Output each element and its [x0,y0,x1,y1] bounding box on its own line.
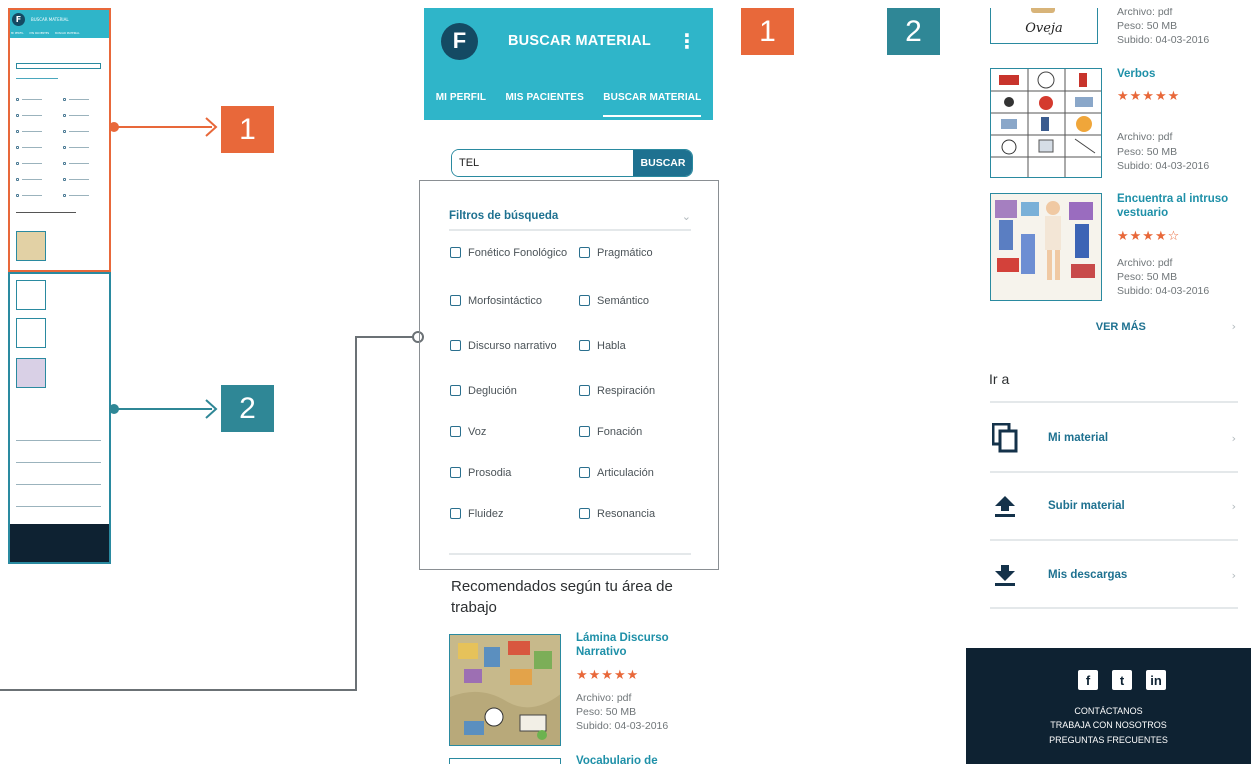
link-subir-material[interactable]: Subir material › [990,472,1238,540]
search-button[interactable]: BUSCAR [633,150,692,176]
file-type: Archivo: pdf [1117,131,1173,144]
tab-buscar-material[interactable]: BUSCAR MATERIAL [603,92,702,117]
clothes-thumbnail [991,194,1101,300]
recommended-heading: Recomendados según tu área de trabajo [451,578,673,616]
illustration-thumbnail [450,635,560,745]
recommended-item-info: Lámina Discurso Narrativo ★★★★★ Archivo:… [576,631,706,733]
recommended-item-title[interactable]: Vocabulario de [576,754,658,764]
recommended-thumbnail[interactable] [449,634,561,746]
rating-stars: ★★★★★ [576,667,640,683]
file-size: Peso: 50 MB [1117,145,1178,158]
badge-1-large: 1 [741,8,794,55]
verbs-grid-thumbnail [991,69,1101,177]
tab-mis-pacientes[interactable]: MIS PACIENTES [506,92,584,103]
result-item-info: Encuentra al intruso vestuario ★★★★☆ Arc… [1117,192,1247,298]
download-icon [990,563,1020,587]
badge-2: 2 [221,385,274,432]
result-thumbnail[interactable]: Oveja [990,8,1098,44]
recommended-thumbnail[interactable] [449,758,561,764]
thumbnail-caption: Oveja [1025,21,1063,36]
page-title: BUSCAR MATERIAL [508,33,651,49]
chevron-right-icon: › [1231,431,1236,445]
footer-links: CONTÁCTANOS TRABAJA CON NOSOTROS PREGUNT… [966,704,1251,747]
rating-stars: ★★★★☆ [1117,228,1181,244]
upload-date: Subido: 04-03-2016 [1117,34,1210,47]
kebab-menu-icon[interactable]: ⋮ [677,31,697,51]
footer-link-jobs[interactable]: TRABAJA CON NOSOTROS [966,718,1251,732]
filters-highlight-frame [419,180,719,570]
upload-date: Subido: 04-03-2016 [1117,285,1210,298]
badge-1: 1 [221,106,274,153]
file-type: Archivo: pdf [576,691,632,704]
link-label: Mi material [1048,432,1109,444]
file-type: Archivo: pdf [1117,256,1173,269]
link-mis-descargas[interactable]: Mis descargas › [990,541,1238,609]
section-1-frame [8,8,111,272]
see-more-label: VER MÁS [1095,320,1146,333]
file-type: Archivo: pdf [1117,8,1173,18]
result-item-title[interactable]: Verbos [1117,67,1247,81]
app-logo[interactable]: F [441,22,478,60]
result-thumbnail[interactable] [990,68,1102,178]
goto-heading: Ir a [989,371,1010,387]
result-thumbnail[interactable] [990,193,1102,301]
upload-date: Subido: 04-03-2016 [1117,159,1210,172]
copy-icon [990,423,1020,453]
site-footer: f t in CONTÁCTANOS TRABAJA CON NOSOTROS … [966,648,1251,764]
file-size: Peso: 50 MB [576,705,637,718]
mobile-screen-results: Oveja Archivo: pdf Peso: 50 MB Subido: 0… [966,8,1251,764]
footer-link-contact[interactable]: CONTÁCTANOS [966,704,1251,718]
badge-2-large: 2 [887,8,940,55]
sheep-drawing [1031,8,1055,13]
chevron-right-icon: › [1231,320,1236,333]
link-label: Mis descargas [1048,569,1128,581]
upload-date: Subido: 04-03-2016 [576,720,669,733]
social-links: f t in [1078,670,1166,690]
result-item-info: Archivo: pdf Peso: 50 MB Subido: 04-03-2… [1117,8,1247,48]
file-size: Peso: 50 MB [1117,270,1178,283]
divider [990,401,1238,403]
rating-stars: ★★★★★ [1117,89,1181,105]
search-bar: BUSCAR [451,149,693,177]
section-2-frame [8,272,111,564]
recommended-item-title[interactable]: Lámina Discurso Narrativo [576,631,706,660]
result-item-info: Verbos ★★★★★ Archivo: pdf Peso: 50 MB Su… [1117,67,1247,173]
file-size: Peso: 50 MB [1117,20,1178,33]
facebook-icon[interactable]: f [1078,670,1098,690]
tab-mi-perfil[interactable]: MI PERFIL [436,92,486,103]
twitter-icon[interactable]: t [1112,670,1132,690]
linkedin-icon[interactable]: in [1146,670,1166,690]
chevron-right-icon: › [1231,568,1236,582]
footer-link-faq[interactable]: PREGUNTAS FRECUENTES [966,733,1251,747]
link-mi-material[interactable]: Mi material › [990,404,1238,472]
see-more-button[interactable]: VER MÁS › [990,320,1238,333]
app-header: F BUSCAR MATERIAL ⋮ [424,8,713,74]
search-input[interactable] [452,150,633,176]
result-item-title[interactable]: Encuentra al intruso vestuario [1117,192,1247,221]
upload-icon [990,494,1020,518]
main-tabs: MI PERFIL MIS PACIENTES BUSCAR MATERIAL [424,74,713,120]
chevron-right-icon: › [1231,499,1236,513]
divider [990,607,1238,609]
link-label: Subir material [1048,500,1125,512]
